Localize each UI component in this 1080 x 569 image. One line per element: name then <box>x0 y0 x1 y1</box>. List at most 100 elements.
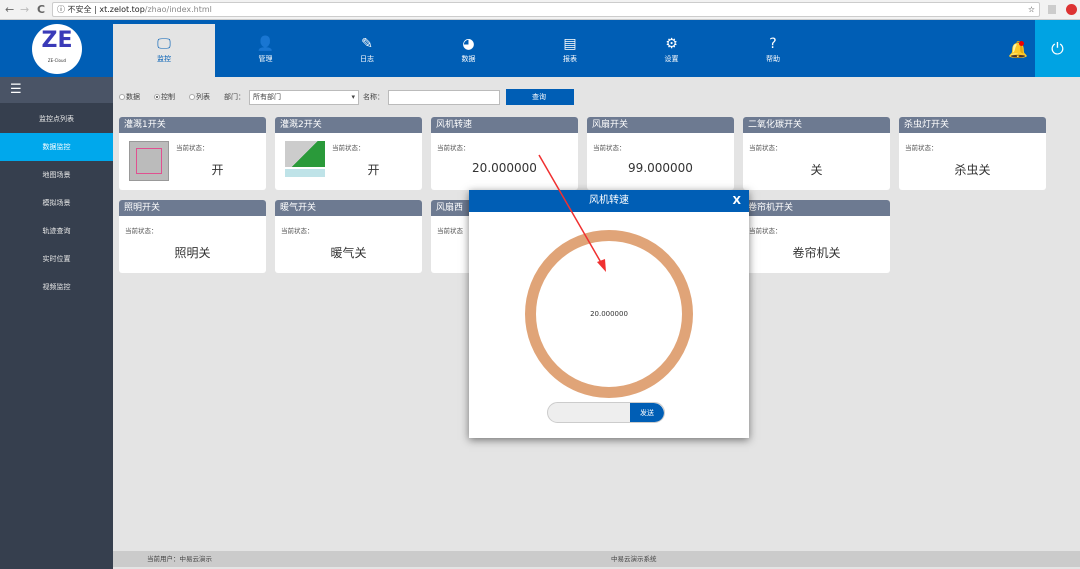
gear-icon: ⚙ <box>665 36 678 52</box>
nav-tab-label: 日志 <box>360 55 374 63</box>
device-card[interactable]: 灌溉1开关当前状态： 开 <box>119 117 266 190</box>
status-value: 99.000000 <box>628 161 693 175</box>
sidebar-item[interactable]: 地图场景 <box>0 161 113 189</box>
device-card[interactable]: 二氧化碳开关 当前状态： 关 <box>743 117 890 190</box>
status-label: 当前状态 <box>437 227 463 235</box>
card-title: 风机转速 <box>431 117 578 133</box>
nav-tab-label: 监控 <box>157 55 171 63</box>
send-button[interactable]: 发送 <box>630 403 664 422</box>
sidebar-item[interactable]: 轨迹查询 <box>0 217 113 245</box>
radio-control[interactable]: 控制 <box>154 92 175 102</box>
card-title: 杀虫灯开关 <box>899 117 1046 133</box>
send-input[interactable]: 发送 <box>547 402 665 423</box>
speed-gauge: 20.000000 <box>525 230 693 398</box>
power-icon: ⏻ <box>1051 39 1064 58</box>
sidebar-item[interactable]: 监控点列表 <box>0 105 113 133</box>
url-host: xt.zelot.top <box>99 5 145 14</box>
sidebar-item[interactable]: 模拟场景 <box>0 189 113 217</box>
sidebar-item[interactable]: 数据监控 <box>0 133 113 161</box>
radio-label: 控制 <box>161 93 175 101</box>
status-value: 卷帘机关 <box>792 246 841 260</box>
nav-tab-label: 报表 <box>563 55 577 63</box>
radio-data[interactable]: 数据 <box>119 92 140 102</box>
card-title: 暖气开关 <box>275 200 422 216</box>
status-value: 暖气关 <box>330 246 367 260</box>
nav-tab-label: 数据 <box>461 55 476 63</box>
logo-mark: ZE <box>41 28 73 53</box>
power-button[interactable]: ⏻ <box>1035 20 1080 77</box>
system-name: 中易云演示系统 <box>611 555 657 563</box>
radio-label: 数据 <box>126 93 140 101</box>
nav-tab-3[interactable]: ◕ 数据 <box>418 20 520 77</box>
security-indicator[interactable]: ⓘ 不安全 <box>57 5 92 14</box>
nav-tab-label: 设置 <box>664 55 679 63</box>
nav-tab-6[interactable]: ? 帮助 <box>722 20 824 77</box>
user-gear-icon: 👤 <box>256 36 275 52</box>
top-header: ZE ZE-Cloud 🖵 监控 👤 管理 ✎ 日志 ◕ 数据 ▤ 报表 ⚙ 设置 ? 帮助 🔔 ⏻ <box>0 20 1080 77</box>
status-label: 当前状态： <box>281 227 314 235</box>
name-input[interactable] <box>388 89 500 105</box>
card-title: 照明开关 <box>119 200 266 216</box>
status-label: 当前状态： <box>593 144 626 152</box>
notification-dot <box>1019 41 1024 46</box>
device-card[interactable]: 卷帘机开关 当前状态： 卷帘机关 <box>743 200 890 273</box>
radio-circle <box>189 94 195 100</box>
radio-circle <box>119 94 125 100</box>
gauge-value: 20.000000 <box>590 310 628 318</box>
device-card[interactable]: 照明开关当前状态： 照明关 <box>119 200 266 273</box>
logo-caption: ZE-Cloud <box>47 58 67 63</box>
card-title: 灌溉2开关 <box>275 117 422 133</box>
dialog-header: 风机转速 X <box>469 190 749 212</box>
status-label: 当前状态： <box>905 144 938 152</box>
status-value: 开 <box>211 163 224 177</box>
pie-chart-icon: ◕ <box>462 36 475 52</box>
report-icon: ▤ <box>563 36 577 52</box>
current-user: 当前用户：中易云演示 <box>147 555 212 563</box>
card-title: 二氧化碳开关 <box>743 117 890 133</box>
dept-label: 部门： <box>224 93 245 101</box>
name-label: 名称： <box>363 93 384 101</box>
radio-list[interactable]: 列表 <box>189 92 210 102</box>
nav-tab-0[interactable]: 🖵 监控 <box>113 24 215 77</box>
device-card[interactable]: 风扇开关 当前状态： 99.000000 <box>587 117 734 190</box>
status-label: 当前状态： <box>125 227 158 235</box>
nav-tab-4[interactable]: ▤ 报表 <box>519 20 621 77</box>
radio-label: 列表 <box>196 93 210 101</box>
status-label: 当前状态： <box>749 144 782 152</box>
status-value: 开 <box>367 163 380 177</box>
status-value: 照明关 <box>174 246 211 260</box>
reload-button[interactable]: C <box>37 3 45 16</box>
filter-bar: 数据 控制 列表 部门： 所有部门 名称： 查询 <box>119 89 574 105</box>
bookmark-star-icon[interactable]: ☆ <box>1028 3 1035 16</box>
dept-select[interactable]: 所有部门 <box>249 89 359 105</box>
nav-tab-label: 帮助 <box>766 55 780 63</box>
nav-tab-5[interactable]: ⚙ 设置 <box>621 20 723 77</box>
dialog-title: 风机转速 <box>589 195 629 206</box>
device-card[interactable]: 杀虫灯开关 当前状态： 杀虫关 <box>899 117 1046 190</box>
query-button[interactable]: 查询 <box>506 89 574 105</box>
notebook-icon: ✎ <box>361 36 373 52</box>
bell-icon[interactable]: 🔔 <box>1008 40 1028 59</box>
address-bar[interactable]: ⓘ 不安全 | xt.zelot.top/zhao/index.html ☆ <box>52 2 1040 17</box>
sidebar-item[interactable]: 视频监控 <box>0 273 113 301</box>
close-button[interactable]: X <box>733 190 741 212</box>
sidebar: ☰ 监控点列表 数据监控 地图场景 模拟场景 轨迹查询 实时位置 视频监控 <box>0 77 113 569</box>
card-title: 卷帘机开关 <box>743 200 890 216</box>
radio-circle <box>154 94 160 100</box>
device-card[interactable]: 暖气开关当前状态： 暖气关 <box>275 200 422 273</box>
device-card[interactable]: 风机转速 当前状态： 20.000000 <box>431 117 578 190</box>
nav-tab-2[interactable]: ✎ 日志 <box>316 20 418 77</box>
extension-red-icon[interactable] <box>1066 4 1077 15</box>
back-button[interactable]: ← <box>5 3 14 16</box>
browser-bar: ← → C ⓘ 不安全 | xt.zelot.top/zhao/index.ht… <box>0 0 1080 20</box>
menu-toggle-icon[interactable]: ☰ <box>0 77 113 103</box>
device-card[interactable]: 灌溉2开关 当前状态： 开 <box>275 117 422 190</box>
forward-button[interactable]: → <box>20 3 29 16</box>
monitor-icon: 🖵 <box>157 36 171 52</box>
card-title: 灌溉1开关 <box>119 117 266 133</box>
logo: ZE ZE-Cloud <box>32 24 82 74</box>
extension-icon[interactable] <box>1048 5 1056 14</box>
sidebar-item[interactable]: 实时位置 <box>0 245 113 273</box>
nav-tab-1[interactable]: 👤 管理 <box>215 20 317 77</box>
status-label: 当前状态： <box>176 144 209 152</box>
